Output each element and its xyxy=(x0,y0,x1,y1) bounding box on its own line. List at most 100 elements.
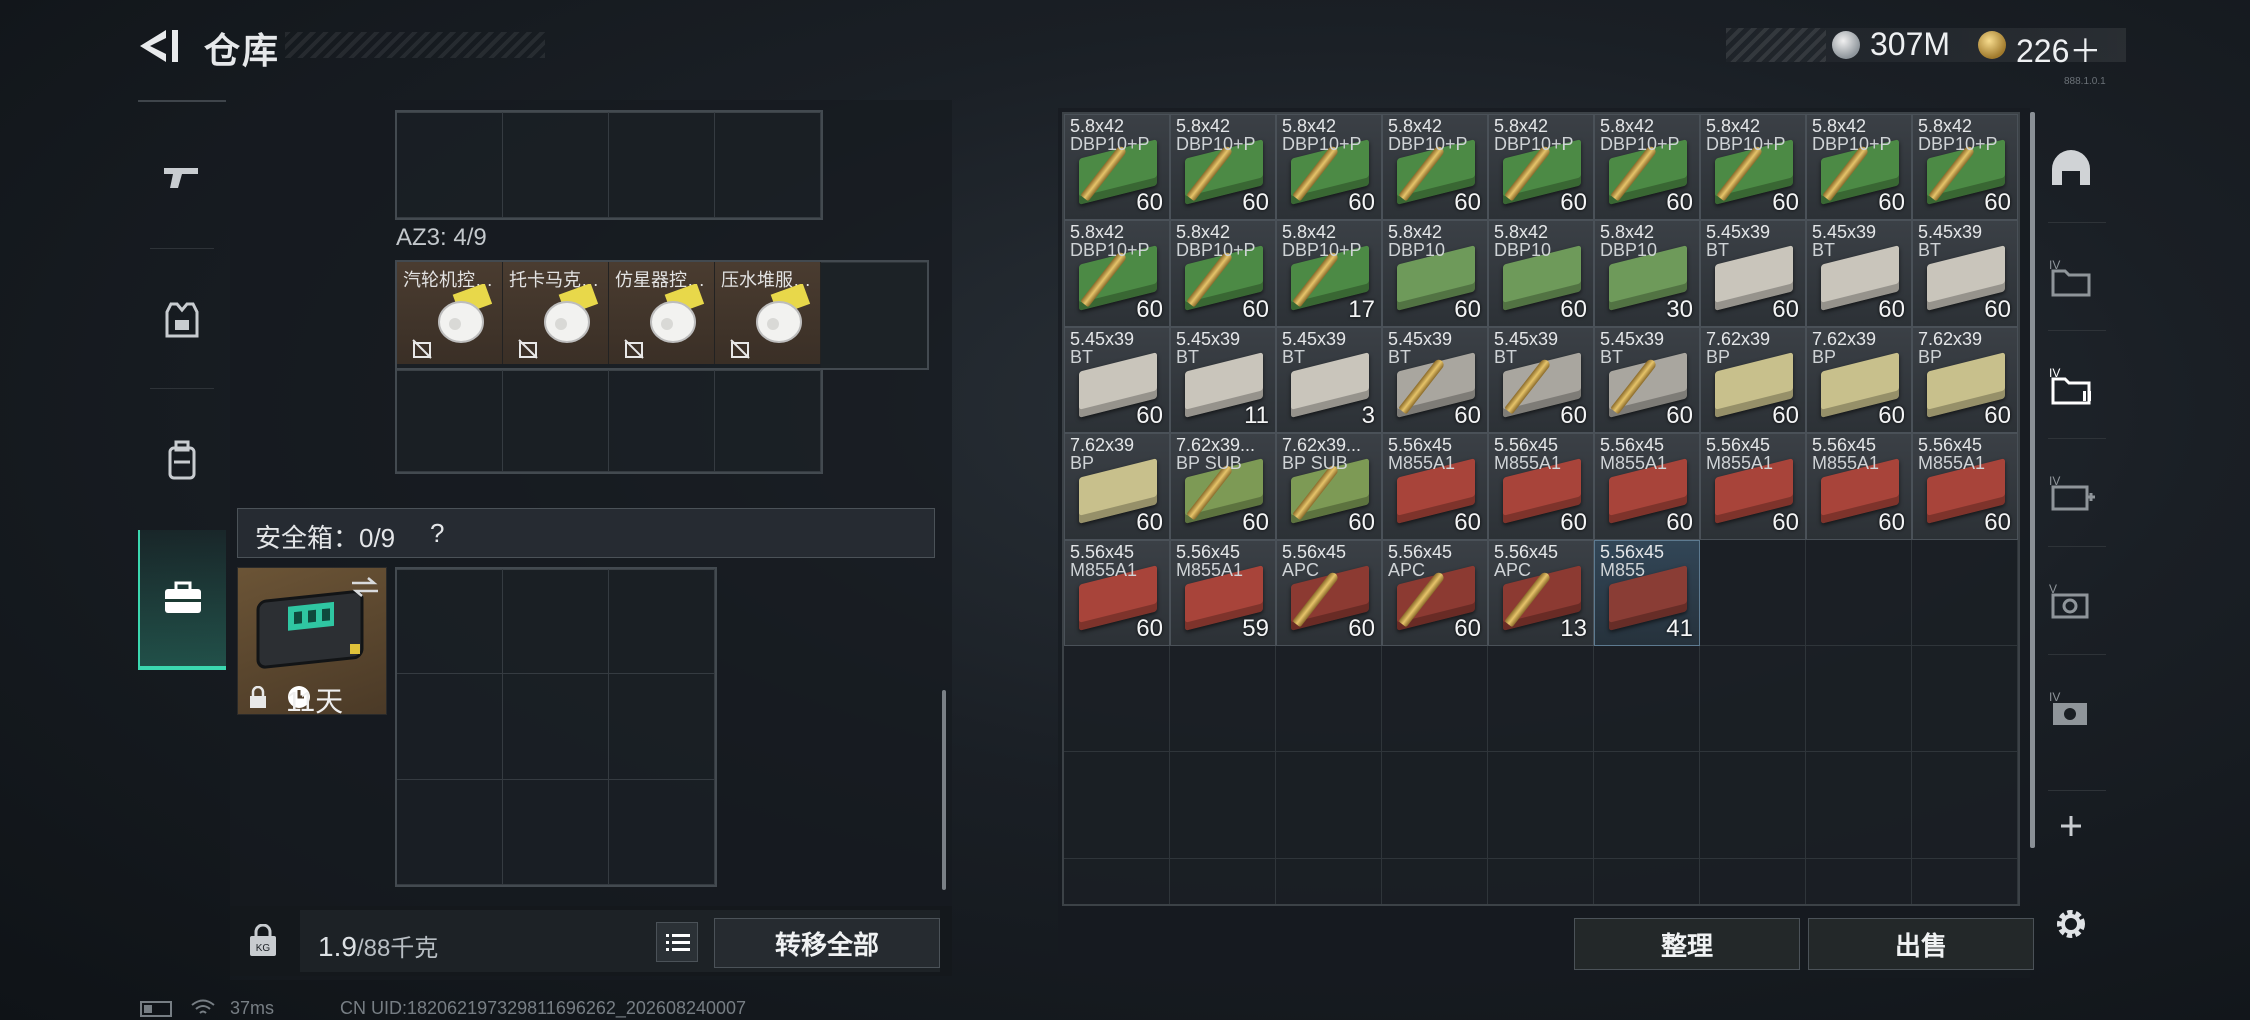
ammo-item[interactable]: 5.45x39 BT 3 xyxy=(1276,326,1382,434)
add-tab-button[interactable] xyxy=(2036,796,2106,856)
grid-cell[interactable] xyxy=(397,569,503,675)
grid-cell[interactable] xyxy=(715,112,821,218)
ammo-item[interactable]: 5.56x45 APC 60 xyxy=(1276,539,1382,646)
ammo-item[interactable]: 5.56x45 APC 13 xyxy=(1488,539,1594,646)
stash-cell[interactable] xyxy=(1700,645,1806,753)
stash-cell[interactable] xyxy=(1382,752,1488,859)
ammo-item[interactable]: 5.8x42 DBP10+P 60 xyxy=(1170,220,1276,327)
grid-cell[interactable] xyxy=(821,262,927,368)
ammo-item[interactable]: 5.56x45 M855A1 60 xyxy=(1064,539,1170,646)
ammo-item[interactable]: 5.8x42 DBP10+P 60 xyxy=(1700,114,1806,221)
ammo-item[interactable]: 5.8x42 DBP10+P 60 xyxy=(1276,114,1382,221)
stash-cell[interactable] xyxy=(1700,752,1806,859)
stash-cell[interactable] xyxy=(1382,645,1488,753)
ammo-item[interactable]: 5.45x39 BT 60 xyxy=(1594,326,1700,434)
grid-cell[interactable] xyxy=(609,112,715,218)
ammo-item[interactable]: 5.45x39 BT 60 xyxy=(1488,326,1594,434)
ammo-item[interactable]: 5.56x45 M855A1 60 xyxy=(1382,433,1488,540)
grid-cell[interactable] xyxy=(503,370,609,472)
grid-cell[interactable] xyxy=(397,370,503,472)
grid-cell[interactable] xyxy=(609,779,715,885)
ammo-item[interactable]: 5.8x42 DBP10+P 60 xyxy=(1912,114,2018,221)
tab-armor[interactable] xyxy=(138,250,226,390)
grid-cell[interactable] xyxy=(609,569,715,675)
ammo-item[interactable]: 7.62x39... BP SUB 60 xyxy=(1170,433,1276,540)
ammo-item[interactable]: 5.8x42 DBP10+P 60 xyxy=(1064,220,1170,327)
transfer-all-button[interactable]: 转移全部 xyxy=(714,918,940,968)
container-item[interactable]: 汽轮机控… xyxy=(397,262,503,364)
tab-collectibles[interactable]: IV xyxy=(2036,656,2106,762)
ammo-item[interactable]: 5.56x45 APC 60 xyxy=(1382,539,1488,646)
stash-cell[interactable] xyxy=(1912,858,2018,904)
sort-button[interactable]: 整理 xyxy=(1574,918,1800,970)
grid-cell[interactable] xyxy=(503,112,609,218)
ammo-item[interactable]: 5.45x39 BT 60 xyxy=(1806,220,1912,327)
stash-cell[interactable] xyxy=(1170,645,1276,753)
grid-cell[interactable] xyxy=(715,370,821,472)
settings-button[interactable] xyxy=(2036,894,2106,954)
inventory-scrollbar[interactable] xyxy=(942,690,946,890)
tab-medical[interactable]: IV xyxy=(2036,440,2106,546)
ammo-item[interactable]: 7.62x39... BP SUB 60 xyxy=(1276,433,1382,540)
grid-cell[interactable] xyxy=(609,370,715,472)
stash-cell[interactable] xyxy=(1170,858,1276,904)
stash-cell[interactable] xyxy=(1488,645,1594,753)
ammo-item[interactable]: 5.45x39 BT 60 xyxy=(1912,220,2018,327)
stash-cell[interactable] xyxy=(1806,858,1912,904)
stash-cell[interactable] xyxy=(1700,539,1806,646)
ammo-item[interactable]: 5.45x39 BT 11 xyxy=(1170,326,1276,434)
ammo-item[interactable]: 5.8x42 DBP10+P 60 xyxy=(1488,114,1594,221)
stash-cell[interactable] xyxy=(1912,645,2018,753)
tab-backpack[interactable] xyxy=(138,390,226,530)
ammo-item[interactable]: 5.45x39 BT 60 xyxy=(1382,326,1488,434)
stash-cell[interactable] xyxy=(1806,645,1912,753)
ammo-item[interactable]: 5.8x42 DBP10+P 60 xyxy=(1064,114,1170,221)
stash-cell[interactable] xyxy=(1912,752,2018,859)
ammo-item[interactable]: 5.45x39 BT 60 xyxy=(1064,326,1170,434)
stash-cell[interactable] xyxy=(1064,645,1170,753)
stash-cell[interactable] xyxy=(1276,752,1382,859)
grid-cell[interactable] xyxy=(503,674,609,780)
stash-cell[interactable] xyxy=(1276,645,1382,753)
grid-cell[interactable] xyxy=(503,779,609,885)
grid-cell[interactable] xyxy=(609,674,715,780)
stash-cell[interactable] xyxy=(1488,858,1594,904)
grid-cell[interactable] xyxy=(397,674,503,780)
ammo-item[interactable]: 5.56x45 M855A1 60 xyxy=(1488,433,1594,540)
sell-button[interactable]: 出售 xyxy=(1808,918,2034,970)
ammo-item[interactable]: 5.8x42 DBP10 30 xyxy=(1594,220,1700,327)
stash-cell[interactable] xyxy=(1064,752,1170,859)
container-item[interactable]: 压水堆服… xyxy=(715,262,821,364)
tab-valuables[interactable]: V xyxy=(2036,548,2106,654)
ammo-item[interactable]: 5.56x45 M855A1 60 xyxy=(1594,433,1700,540)
list-view-button[interactable] xyxy=(656,922,698,962)
ammo-item[interactable]: 5.8x42 DBP10+P 17 xyxy=(1276,220,1382,327)
stash-cell[interactable] xyxy=(1488,752,1594,859)
stash-cell[interactable] xyxy=(1806,752,1912,859)
stash-cell[interactable] xyxy=(1064,858,1170,904)
ammo-item[interactable]: 5.8x42 DBP10 60 xyxy=(1382,220,1488,327)
tab-stash-4[interactable]: IV xyxy=(2036,224,2106,330)
ammo-item[interactable]: 5.56x45 M855A1 60 xyxy=(1806,433,1912,540)
ammo-item[interactable]: 5.56x45 M855 41 xyxy=(1594,539,1700,646)
stash-cell[interactable] xyxy=(1594,858,1700,904)
stash-cell[interactable] xyxy=(1594,645,1700,753)
ammo-item[interactable]: 5.8x42 DBP10+P 60 xyxy=(1594,114,1700,221)
container-item[interactable]: 托卡马克… xyxy=(503,262,609,364)
ammo-item[interactable]: 5.8x42 DBP10+P 60 xyxy=(1806,114,1912,221)
stash-cell[interactable] xyxy=(1594,752,1700,859)
back-button[interactable] xyxy=(138,26,182,66)
stash-cell[interactable] xyxy=(1912,539,2018,646)
stash-cell[interactable] xyxy=(1806,539,1912,646)
stash-cell[interactable] xyxy=(1170,752,1276,859)
tab-safe-box[interactable] xyxy=(138,530,226,670)
tab-weapons[interactable] xyxy=(138,108,226,248)
ammo-item[interactable]: 5.56x45 M855A1 59 xyxy=(1170,539,1276,646)
ammo-item[interactable]: 5.8x42 DBP10 60 xyxy=(1488,220,1594,327)
safe-box-help-button[interactable]: ? xyxy=(430,518,444,549)
ammo-item[interactable]: 5.45x39 BT 60 xyxy=(1700,220,1806,327)
stash-scrollbar[interactable] xyxy=(2030,112,2035,848)
container-item[interactable]: 仿星器控… xyxy=(609,262,715,364)
grid-cell[interactable] xyxy=(503,569,609,675)
ammo-item[interactable]: 7.62x39 BP 60 xyxy=(1806,326,1912,434)
